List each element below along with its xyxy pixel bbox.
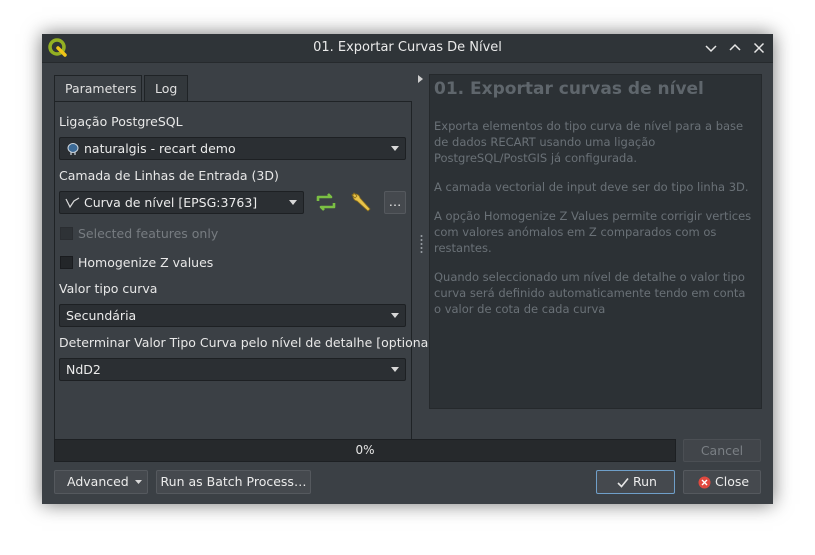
line-layer-icon [65, 197, 80, 209]
help-paragraph: Quando seleccionado um nível de detalhe … [434, 270, 746, 316]
curve-type-value: Secundária [66, 308, 137, 323]
close-button[interactable]: Close [683, 470, 761, 494]
tab-log[interactable]: Log [144, 75, 188, 101]
homogenize-checkbox[interactable] [60, 256, 73, 269]
advanced-button[interactable]: Advanced [54, 470, 148, 494]
maximize-icon[interactable] [727, 40, 743, 56]
chevron-down-icon [391, 146, 399, 151]
help-paragraph: Exporta elementos do tipo curva de nível… [434, 119, 744, 165]
chevron-down-icon [391, 313, 399, 318]
wrench-icon[interactable] [349, 190, 373, 214]
tab-parameters[interactable]: Parameters [54, 75, 142, 102]
help-paragraph: A camada vectorial de input deve ser do … [434, 180, 749, 194]
chevron-down-icon [135, 480, 142, 484]
curve-type-label: Valor tipo curva [59, 281, 158, 296]
help-panel: 01. Exportar curvas de nível Exporta ele… [429, 74, 762, 409]
batch-process-button[interactable]: Run as Batch Process… [156, 470, 311, 494]
close-circle-icon [698, 476, 711, 489]
curve-type-select[interactable]: Secundária [59, 304, 406, 327]
chevron-down-icon [289, 200, 297, 205]
close-icon[interactable] [751, 40, 767, 56]
iterate-icon[interactable] [314, 190, 338, 214]
splitter-handle[interactable] [420, 234, 423, 256]
progress-text: 0% [355, 443, 375, 457]
close-label: Close [715, 474, 750, 489]
input-layer-label: Camada de Linhas de Entrada (3D) [59, 168, 279, 183]
connection-value: naturalgis - recart demo [84, 141, 236, 156]
homogenize-label: Homogenize Z values [78, 255, 214, 270]
help-title: 01. Exportar curvas de nível [434, 79, 704, 99]
postgres-icon [67, 143, 79, 155]
input-layer-value: Curva de nível [EPSG:3763] [84, 195, 258, 210]
run-button[interactable]: Run [596, 470, 675, 494]
detail-level-select[interactable]: NdD2 [59, 358, 406, 381]
chevron-down-icon [391, 367, 399, 372]
input-layer-select[interactable]: Curva de nível [EPSG:3763] [59, 191, 304, 214]
minimize-icon[interactable] [703, 40, 719, 56]
layer-options-button[interactable]: … [384, 191, 406, 214]
run-label: Run [633, 474, 657, 489]
cancel-button[interactable]: Cancel [683, 439, 761, 462]
help-paragraph: A opção Homogenize Z Values permite corr… [434, 209, 752, 255]
dialog-window: 01. Exportar Curvas De Nível Parameters … [42, 34, 773, 504]
selected-features-label: Selected features only [78, 226, 219, 241]
progress-bar: 0% [54, 439, 676, 462]
connection-select[interactable]: naturalgis - recart demo [59, 137, 406, 160]
checkmark-icon [617, 477, 629, 488]
window-title: 01. Exportar Curvas De Nível [313, 40, 502, 55]
title-bar[interactable]: 01. Exportar Curvas De Nível [42, 34, 773, 63]
detail-level-value: NdD2 [66, 362, 101, 377]
collapse-arrow-icon[interactable] [417, 74, 425, 84]
selected-features-checkbox[interactable] [60, 227, 73, 240]
detail-level-label: Determinar Valor Tipo Curva pelo nível d… [59, 335, 437, 350]
advanced-label: Advanced [67, 474, 129, 489]
connection-label: Ligação PostgreSQL [59, 114, 183, 129]
